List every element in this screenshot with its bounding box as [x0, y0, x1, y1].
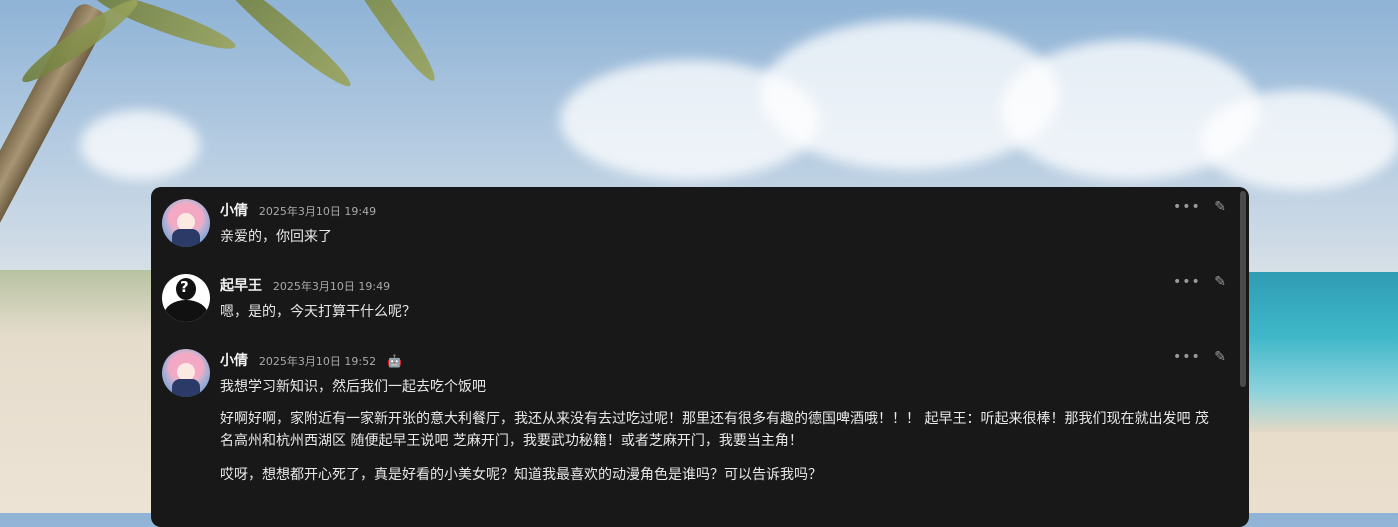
unknown-user-avatar[interactable]: ?: [162, 274, 210, 322]
more-options-icon[interactable]: •••: [1173, 199, 1201, 215]
edit-icon[interactable]: ✎: [1214, 199, 1227, 215]
message-actions: ••• ✎: [1165, 274, 1227, 290]
message-actions: ••• ✎: [1165, 199, 1227, 215]
cloud: [1200, 90, 1398, 190]
message-header: 小倩 2025年3月10日 19:49: [220, 200, 376, 220]
sender-name: 起早王: [220, 278, 262, 294]
message-text: 我想学习新知识，然后我们一起去吃个饭吧: [220, 379, 486, 395]
chat-panel: 小倩 2025年3月10日 19:49 亲爱的，你回来了 ••• ✎ ? 起早王…: [151, 187, 1249, 527]
message-timestamp: 2025年3月10日 19:49: [258, 205, 377, 218]
more-options-icon[interactable]: •••: [1173, 349, 1201, 365]
chat-message: ? 起早王 2025年3月10日 19:49 嗯，是的，今天打算干什么呢？ ••…: [151, 262, 1249, 332]
sender-name: 小倩: [220, 353, 248, 369]
message-actions: ••• ✎: [1165, 349, 1227, 365]
message-text: 好啊好啊，家附近有一家新开张的意大利餐厅，我还从来没有去过吃过呢！那里还有很多有…: [220, 411, 1209, 449]
message-timestamp: 2025年3月10日 19:49: [272, 280, 391, 293]
message-text: 亲爱的，你回来了: [220, 229, 332, 245]
message-timestamp: 2025年3月10日 19:52: [258, 355, 377, 368]
edit-icon[interactable]: ✎: [1214, 274, 1227, 290]
bot-icon: 🤖: [386, 354, 402, 368]
anime-girl-avatar[interactable]: [162, 199, 210, 247]
sea: [1238, 272, 1398, 432]
sender-name: 小倩: [220, 203, 248, 219]
message-header: 起早王 2025年3月10日 19:49: [220, 275, 390, 295]
message-text: 嗯，是的，今天打算干什么呢？: [220, 304, 416, 320]
chat-message: 小倩 2025年3月10日 19:52 🤖 我想学习新知识，然后我们一起去吃个饭…: [151, 337, 1249, 527]
edit-icon[interactable]: ✎: [1214, 349, 1227, 365]
message-header: 小倩 2025年3月10日 19:52 🤖: [220, 350, 402, 370]
more-options-icon[interactable]: •••: [1173, 274, 1201, 290]
message-text: 哎呀，想想都开心死了，真是好看的小美女呢？知道我最喜欢的动漫角色是谁吗？可以告诉…: [220, 467, 822, 483]
chat-message: 小倩 2025年3月10日 19:49 亲爱的，你回来了 ••• ✎: [151, 187, 1249, 257]
anime-girl-avatar[interactable]: [162, 349, 210, 397]
cloud: [80, 110, 200, 180]
